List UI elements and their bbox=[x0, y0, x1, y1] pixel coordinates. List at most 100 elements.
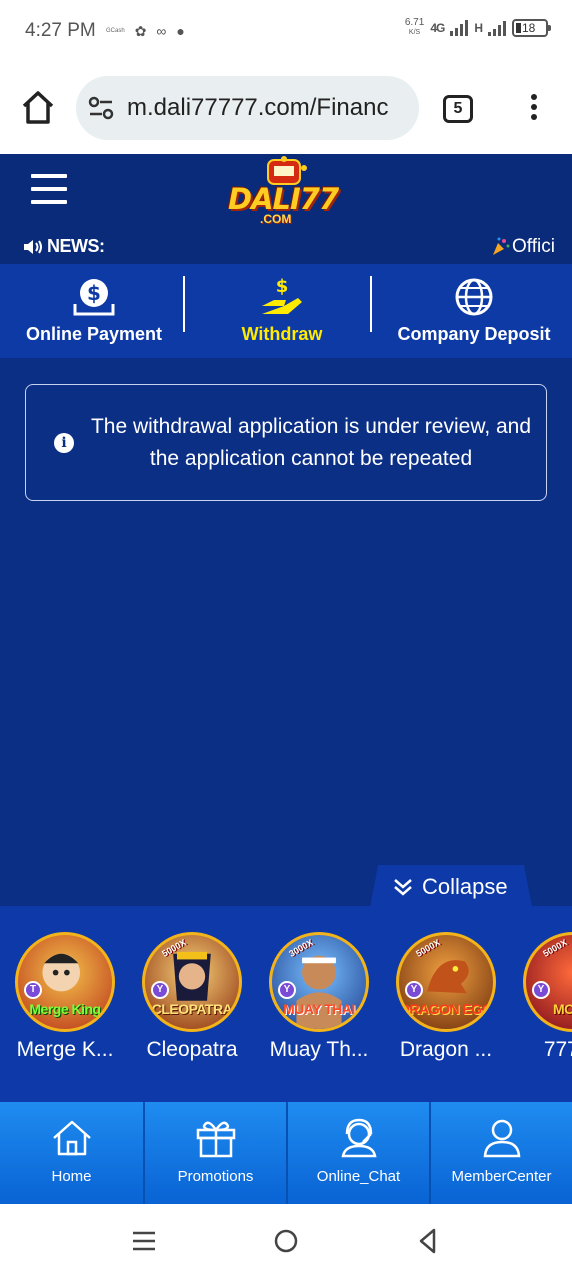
game-card[interactable]: 3000X Y MUAY THAI Muay Th... bbox=[256, 932, 382, 1062]
game-thumbnail[interactable]: 5000X Y DRAGON EGG bbox=[396, 932, 496, 1032]
provider-badge: Y bbox=[278, 981, 296, 999]
gcash-notification-icon: GCash bbox=[106, 28, 125, 34]
chat-notification-icon: ● bbox=[176, 23, 185, 39]
tab-company-deposit[interactable]: Company Deposit bbox=[376, 264, 572, 358]
provider-badge: Y bbox=[405, 981, 423, 999]
status-time: 4:27 PM bbox=[25, 20, 96, 41]
provider-badge: Y bbox=[151, 981, 169, 999]
globe-icon bbox=[455, 278, 493, 316]
notice-text: The withdrawal application is under revi… bbox=[90, 415, 532, 470]
tab-switcher-button[interactable]: 5 bbox=[443, 95, 473, 123]
game-thumb-title: Merge King bbox=[29, 1001, 101, 1017]
game-thumbnail[interactable]: 5000X Y MORE bbox=[523, 932, 572, 1032]
nav-promotions[interactable]: Promotions bbox=[145, 1102, 286, 1204]
network-speed: 6.71 K/S bbox=[405, 18, 424, 38]
url-text[interactable]: m.dali77777.com/Financ bbox=[127, 94, 409, 122]
recent-apps-icon[interactable] bbox=[129, 1226, 159, 1256]
nav-online-chat[interactable]: Online_Chat bbox=[288, 1102, 429, 1204]
collapse-button[interactable]: Collapse bbox=[392, 874, 508, 900]
game-card[interactable]: T Merge King Merge K... bbox=[2, 932, 128, 1062]
battery-icon: 18 bbox=[512, 19, 551, 37]
network-type: 4G bbox=[430, 21, 445, 35]
news-ticker[interactable]: Offici bbox=[490, 236, 555, 258]
nav-member-center[interactable]: MemberCenter bbox=[431, 1102, 572, 1204]
support-agent-icon bbox=[340, 1118, 377, 1158]
nav-home[interactable]: Home bbox=[0, 1102, 143, 1204]
game-strip: T Merge King Merge K... 5000X Y CLEOPATR… bbox=[0, 906, 572, 1102]
game-thumbnail[interactable]: 5000X Y CLEOPATRA bbox=[142, 932, 242, 1032]
game-name: 777 M bbox=[543, 1038, 572, 1061]
network-speed-unit: K/S bbox=[408, 29, 421, 36]
speaker-icon bbox=[24, 239, 42, 254]
network-type-secondary: H bbox=[474, 21, 483, 35]
svg-text:$: $ bbox=[87, 281, 101, 305]
news-bar: NEWS: Offici bbox=[0, 234, 572, 262]
tab-divider bbox=[183, 276, 185, 332]
news-label-text: NEWS: bbox=[47, 236, 105, 256]
status-bar: 4:27 PM GCash ✿ ∞ ● 6.71 K/S 4G H 18 bbox=[0, 0, 572, 64]
collapse-label: Collapse bbox=[422, 874, 508, 899]
battery-level: 18 bbox=[522, 21, 536, 35]
nav-label: MemberCenter bbox=[451, 1168, 552, 1185]
game-name: Cleopatra bbox=[146, 1038, 238, 1061]
logo-text: DALI77 bbox=[228, 182, 339, 216]
user-icon bbox=[483, 1119, 520, 1158]
tab-label: Online Payment bbox=[25, 324, 163, 344]
provider-badge: Y bbox=[532, 981, 550, 999]
infinity-notification-icon: ∞ bbox=[156, 23, 167, 39]
news-label: NEWS: bbox=[22, 236, 105, 257]
nav-label: Online_Chat bbox=[316, 1168, 401, 1185]
news-ticker-text: Offici bbox=[512, 236, 555, 257]
address-bar[interactable]: m.dali77777.com/Financ bbox=[76, 76, 419, 140]
game-thumbnail[interactable]: 3000X Y MUAY THAI bbox=[269, 932, 369, 1032]
signal-icon bbox=[450, 20, 469, 36]
game-name: Merge K... bbox=[16, 1038, 114, 1061]
game-name: Muay Th... bbox=[269, 1038, 369, 1061]
game-card[interactable]: 5000X Y MORE 777 M bbox=[510, 932, 572, 1062]
multiplier-badge: 5000X bbox=[541, 937, 569, 959]
game-card[interactable]: 5000X Y CLEOPATRA Cleopatra bbox=[129, 932, 255, 1062]
game-thumbnail[interactable]: T Merge King bbox=[15, 932, 115, 1032]
logo-sub: .COM bbox=[260, 212, 292, 226]
provider-badge: T bbox=[24, 981, 42, 999]
nav-label: Promotions bbox=[177, 1168, 254, 1185]
svg-text:$: $ bbox=[276, 276, 289, 297]
system-home-icon[interactable] bbox=[271, 1226, 301, 1256]
hamburger-menu-icon[interactable] bbox=[31, 174, 67, 206]
signal-icon-secondary bbox=[488, 20, 506, 36]
home-icon bbox=[52, 1120, 91, 1156]
browser-menu-button[interactable] bbox=[524, 94, 544, 124]
network-speed-value: 6.71 bbox=[404, 17, 425, 28]
bottom-nav: Home Promotions Online_Chat MemberCenter bbox=[0, 1102, 572, 1204]
notification-icons: GCash ✿ ∞ ● bbox=[106, 24, 185, 38]
game-card[interactable]: 5000X Y DRAGON EGG Dragon ... bbox=[383, 932, 509, 1062]
back-icon[interactable] bbox=[414, 1226, 444, 1256]
double-chevron-down-icon bbox=[394, 879, 412, 896]
nav-label: Home bbox=[51, 1168, 92, 1185]
game-thumb-title: MUAY THAI bbox=[283, 1001, 355, 1017]
browser-home-button[interactable] bbox=[18, 88, 58, 128]
app-header: DALI77 .COM NEWS: Offici bbox=[0, 154, 572, 264]
game-thumb-title: MORE bbox=[553, 1001, 572, 1017]
tab-online-payment[interactable]: $ Online Payment bbox=[0, 264, 188, 358]
finance-tabs: $ Online Payment $ Withdraw Company Depo… bbox=[0, 264, 572, 358]
tab-label: Withdraw bbox=[241, 324, 323, 344]
tab-label: Company Deposit bbox=[397, 324, 551, 344]
site-settings-icon[interactable] bbox=[88, 96, 114, 120]
game-thumb-title: CLEOPATRA bbox=[151, 1001, 233, 1017]
site-logo[interactable]: DALI77 .COM bbox=[224, 154, 348, 230]
info-icon: i bbox=[54, 433, 74, 453]
money-bag-icon: $ bbox=[73, 279, 115, 316]
withdraw-review-notice: i The withdrawal application is under re… bbox=[25, 384, 547, 501]
confetti-icon bbox=[493, 237, 510, 255]
game-name: Dragon ... bbox=[399, 1038, 493, 1061]
app-content: DALI77 .COM NEWS: Offici $ Online Paymen… bbox=[0, 154, 572, 1204]
system-nav-bar bbox=[0, 1204, 572, 1280]
tab-withdraw[interactable]: $ Withdraw bbox=[188, 264, 376, 358]
home-icon bbox=[22, 91, 54, 124]
status-indicators: 6.71 K/S 4G H 18 bbox=[405, 18, 551, 38]
app-notification-icon: ✿ bbox=[134, 23, 147, 39]
gift-icon bbox=[196, 1121, 235, 1158]
game-thumb-title: DRAGON EGG bbox=[399, 1001, 493, 1017]
hand-dollar-icon: $ bbox=[262, 276, 302, 314]
